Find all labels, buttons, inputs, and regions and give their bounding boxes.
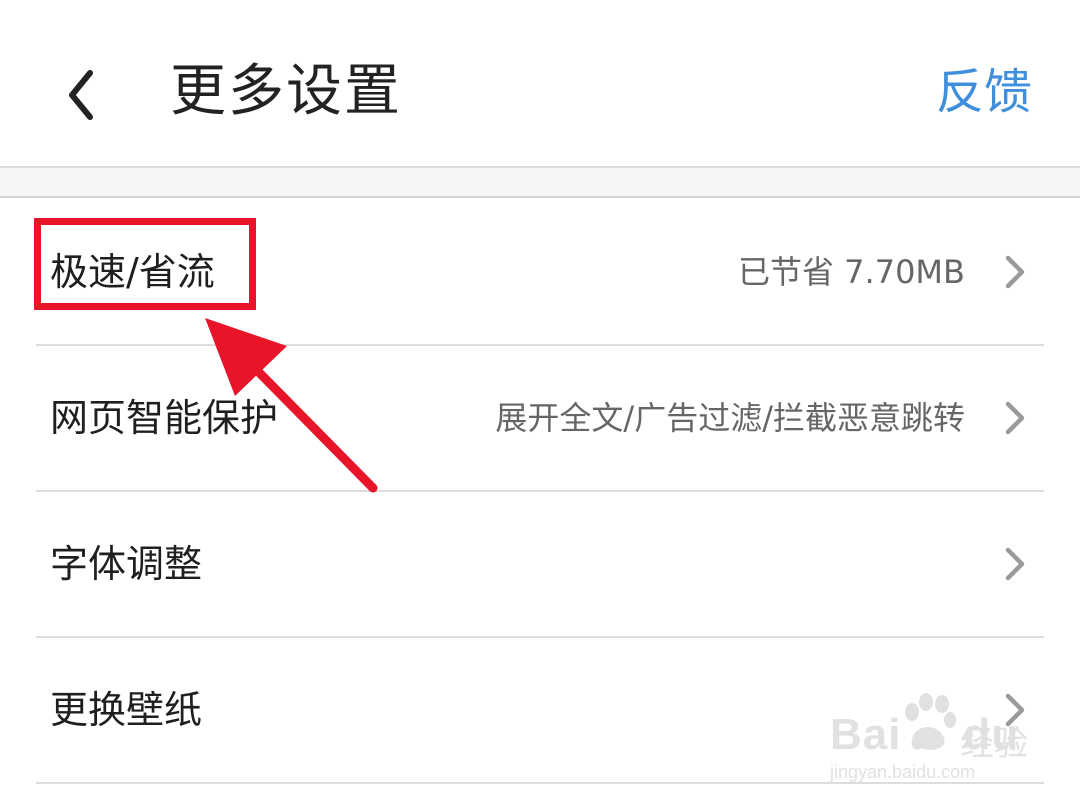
setting-label: 字体调整 [50,542,203,586]
chevron-right-icon [1002,544,1028,584]
top-bar: 更多设置 反馈 [0,0,1080,168]
chevron-right-icon [1002,398,1028,438]
setting-label: 更换壁纸 [50,688,203,732]
page-title: 更多设置 [170,59,402,124]
setting-row-font-size[interactable]: 字体调整 [0,492,1080,638]
chevron-right-icon [1002,252,1028,292]
setting-value: 展开全文/广告过滤/拦截恶意跳转 [495,399,965,437]
setting-value: 已节省 7.70MB [738,253,965,291]
setting-row-web-protection[interactable]: 网页智能保护 展开全文/广告过滤/拦截恶意跳转 [0,346,1080,492]
setting-label: 网页智能保护 [50,396,279,440]
settings-list: 极速/省流 已节省 7.70MB 网页智能保护 展开全文/广告过滤/拦截恶意跳转… [0,200,1080,784]
chevron-left-icon [69,70,93,120]
section-gap [0,168,1080,198]
app-screen: 更多设置 反馈 极速/省流 已节省 7.70MB 网页智能保护 展开全文/广告过… [0,0,1080,810]
setting-row-wallpaper[interactable]: 更换壁纸 [0,638,1080,784]
setting-row-speed-saving[interactable]: 极速/省流 已节省 7.70MB [0,200,1080,346]
feedback-button[interactable]: 反馈 [936,52,1032,132]
setting-label: 极速/省流 [50,250,215,294]
back-button[interactable] [50,55,120,135]
chevron-right-icon [1002,690,1028,730]
